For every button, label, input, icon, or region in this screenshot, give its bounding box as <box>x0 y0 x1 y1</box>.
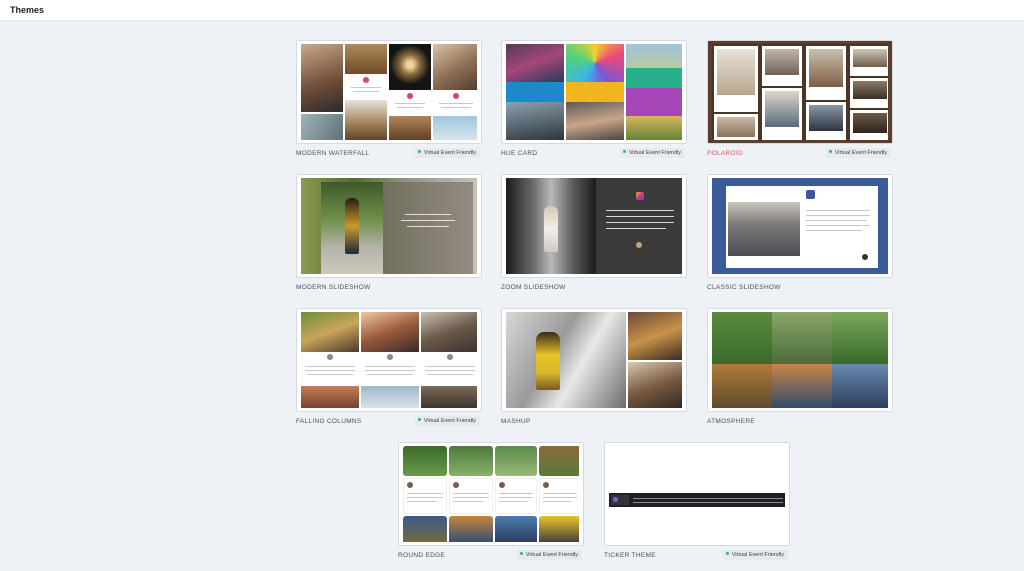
theme-label: ATMOSPHERE <box>707 418 756 425</box>
theme-label: POLAROID <box>707 150 743 157</box>
virtual-event-badge: Virtual Event Friendly <box>414 148 480 158</box>
theme-label: MASHUP <box>501 418 531 425</box>
virtual-event-badge: Virtual Event Friendly <box>516 550 582 560</box>
theme-label: ROUND EDGE <box>398 552 446 559</box>
virtual-event-badge: Virtual Event Friendly <box>722 550 788 560</box>
status-dot-icon <box>725 552 729 556</box>
page-header: Themes <box>0 0 1024 21</box>
theme-label: HUE CARD <box>501 150 538 157</box>
theme-label: CLASSIC SLIDESHOW <box>707 284 781 291</box>
status-dot-icon <box>828 150 832 154</box>
virtual-event-badge: Virtual Event Friendly <box>825 148 891 158</box>
theme-label: FALLING COLUMNS <box>296 418 362 425</box>
status-dot-icon <box>519 552 523 556</box>
theme-thumbnail[interactable] <box>604 442 790 546</box>
theme-label: MODERN SLIDESHOW <box>296 284 371 291</box>
theme-label: TICKER THEME <box>604 552 656 559</box>
theme-thumbnail[interactable] <box>501 308 687 412</box>
theme-label: MODERN WATERFALL <box>296 150 370 157</box>
status-dot-icon <box>622 150 626 154</box>
virtual-event-badge: Virtual Event Friendly <box>619 148 685 158</box>
status-dot-icon <box>417 418 421 422</box>
theme-thumbnail[interactable] <box>296 308 482 412</box>
theme-thumbnail[interactable] <box>398 442 584 546</box>
theme-thumbnail[interactable] <box>707 40 893 144</box>
status-dot-icon <box>417 150 421 154</box>
theme-thumbnail[interactable] <box>707 174 893 278</box>
theme-thumbnail[interactable] <box>296 174 482 278</box>
page-title: Themes <box>10 5 45 15</box>
theme-thumbnail[interactable] <box>296 40 482 144</box>
theme-thumbnail[interactable] <box>501 40 687 144</box>
virtual-event-badge: Virtual Event Friendly <box>414 416 480 426</box>
theme-thumbnail[interactable] <box>501 174 687 278</box>
theme-label: ZOOM SLIDESHOW <box>501 284 566 291</box>
theme-thumbnail[interactable] <box>707 308 893 412</box>
